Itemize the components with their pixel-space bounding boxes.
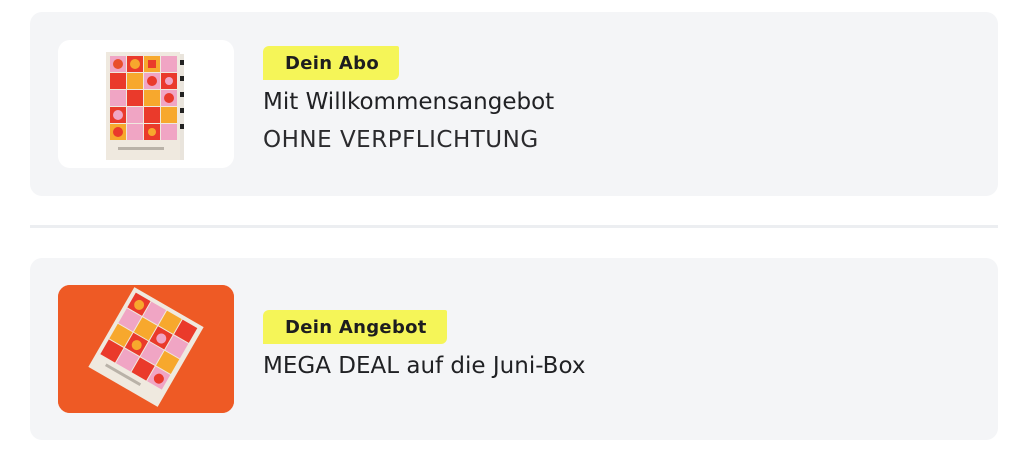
section-divider [30, 225, 998, 228]
offer-title: MEGA DEAL auf die Juni-Box [263, 353, 586, 379]
subscription-card[interactable]: Dein Abo Mit Willkommensangebot OHNE VER… [30, 12, 998, 196]
offer-box-image [58, 285, 234, 413]
offer-text: Dein Angebot MEGA DEAL auf die Juni-Box [263, 310, 585, 385]
subscription-box-image [58, 40, 234, 168]
product-box-icon [106, 52, 184, 160]
offer-badge: Dein Angebot [263, 310, 447, 344]
subscription-title: Mit Willkommensangebot [263, 89, 555, 115]
product-box-icon [58, 285, 234, 413]
subscription-subtitle: OHNE VERPFLICHTUNG [263, 127, 539, 153]
offer-card[interactable]: Dein Angebot MEGA DEAL auf die Juni-Box [30, 258, 998, 440]
subscription-text: Dein Abo Mit Willkommensangebot OHNE VER… [263, 46, 554, 159]
subscription-badge: Dein Abo [263, 46, 399, 80]
